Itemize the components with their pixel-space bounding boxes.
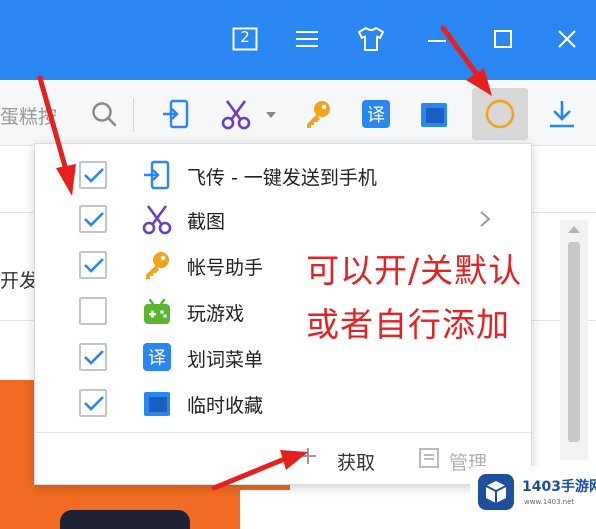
hamburger-icon: [296, 31, 318, 47]
title-bar: 2: [0, 0, 596, 80]
skin-button[interactable]: [354, 22, 388, 56]
favorites-icon: [421, 103, 447, 127]
menu-item-label: 帐号助手: [187, 257, 264, 279]
checkbox-temp-favorites[interactable]: [79, 389, 107, 417]
feichuan-send-icon: [139, 157, 175, 193]
extensions-button[interactable]: [472, 88, 528, 140]
watermark-text: 1403手游网: [522, 479, 596, 495]
maximize-button[interactable]: [486, 22, 520, 56]
download-button[interactable]: [542, 94, 582, 134]
menu-item-temp-favorites[interactable]: 临时收藏: [35, 378, 531, 422]
site-watermark: 1403手游网 www.1403.net: [470, 466, 596, 518]
toolbar-separator: [133, 98, 134, 132]
plus-icon[interactable]: [297, 445, 319, 467]
menu-item-label: 临时收藏: [187, 395, 264, 417]
feichuan-send-button[interactable]: [156, 94, 196, 134]
manage-icon[interactable]: [417, 446, 441, 470]
window-count-button[interactable]: 2: [228, 22, 262, 56]
menu-divider: [35, 432, 531, 433]
checkbox-word-menu[interactable]: [79, 343, 107, 371]
key-icon: [307, 101, 330, 128]
menu-item-feichuan[interactable]: 飞传 - 一键发送到手机: [35, 150, 531, 194]
menu-item-screenshot[interactable]: 截图: [35, 194, 531, 238]
close-icon: [558, 30, 576, 48]
menu-item-label: 截图: [187, 211, 226, 233]
tshirt-icon: [358, 27, 384, 51]
page-dark-button[interactable]: [60, 510, 190, 529]
menu-button[interactable]: [290, 22, 324, 56]
maximize-icon: [494, 30, 512, 48]
search-icon[interactable]: [90, 100, 118, 132]
page-text-fragment: 开发: [0, 270, 38, 292]
scroll-up-arrow[interactable]: [568, 226, 580, 233]
download-icon: [550, 101, 574, 128]
svg-text:译: 译: [367, 105, 385, 126]
translate-icon: 译: [362, 100, 390, 128]
menu-item-label: 玩游戏: [187, 303, 245, 325]
account-helper-button[interactable]: [298, 94, 338, 134]
scissors-icon: [139, 201, 175, 237]
window-count-label: 2: [240, 28, 250, 46]
checkmark-icon: [84, 258, 104, 273]
screenshot-dropdown-caret[interactable]: [266, 112, 276, 118]
translate-icon: 译: [139, 339, 175, 375]
watermark-subtext: www.1403.net: [524, 498, 575, 506]
get-more-button[interactable]: 获取: [337, 448, 375, 475]
menu-item-label: 飞传 - 一键发送到手机: [187, 167, 377, 189]
translate-button[interactable]: 译: [356, 94, 396, 134]
gamepad-icon: [139, 293, 175, 329]
page-scrollbar[interactable]: [560, 220, 588, 460]
menu-item-label: 划词菜单: [187, 349, 264, 371]
watermark-logo-icon: [478, 474, 514, 510]
temp-favorites-button[interactable]: [414, 94, 454, 134]
checkmark-icon: [84, 212, 104, 227]
chevron-right-icon: [480, 211, 491, 227]
scroll-thumb[interactable]: [568, 242, 580, 442]
svg-text:译: 译: [148, 348, 166, 369]
checkbox-screenshot[interactable]: [79, 205, 107, 233]
minimize-button[interactable]: [420, 22, 454, 56]
checkmark-icon: [84, 396, 104, 411]
game-circle-icon: [485, 99, 515, 129]
checkbox-feichuan[interactable]: [79, 161, 107, 189]
screenshot-button[interactable]: [216, 94, 256, 134]
scissors-icon: [221, 100, 251, 130]
minimize-icon: [428, 40, 446, 42]
checkbox-play-games[interactable]: [79, 297, 107, 325]
toolbar: 蛋糕按 译: [0, 80, 596, 146]
checkmark-icon: [84, 350, 104, 365]
search-input[interactable]: 蛋糕按: [0, 102, 80, 126]
favorites-icon: [139, 385, 175, 421]
key-icon: [139, 247, 175, 283]
checkmark-icon: [84, 168, 104, 183]
annotation-text-line2: 或者自行添加: [306, 305, 510, 344]
close-button[interactable]: [550, 22, 584, 56]
checkbox-account-helper[interactable]: [79, 251, 107, 279]
annotation-text-line1: 可以开/关默认: [306, 251, 523, 290]
feichuan-send-icon: [163, 99, 189, 129]
